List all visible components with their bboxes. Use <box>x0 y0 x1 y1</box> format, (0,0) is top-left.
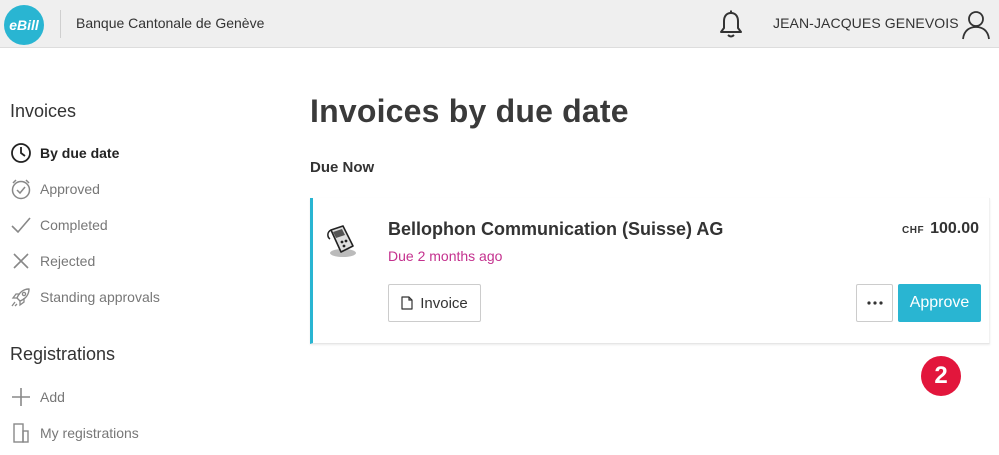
rocket-icon <box>11 288 30 307</box>
sidebar-item-my-registrations[interactable]: My registrations <box>10 421 139 445</box>
header-divider <box>60 10 61 38</box>
top-bar: eBill Banque Cantonale de Genève JEAN-JA… <box>0 0 999 48</box>
bell-icon[interactable] <box>718 9 744 39</box>
approve-button[interactable]: Approve <box>898 284 981 322</box>
approved-clock-icon <box>11 179 31 200</box>
biller-name: Bellophon Communication (Suisse) AG <box>388 219 724 239</box>
plus-icon <box>12 388 30 406</box>
sidebar-item-label: Add <box>40 389 65 405</box>
bank-name: Banque Cantonale de Genève <box>76 15 265 31</box>
sidebar-item-add[interactable]: Add <box>10 385 65 409</box>
sidebar-item-by-due-date[interactable]: By due date <box>10 141 119 165</box>
invoice-button[interactable]: Invoice <box>388 284 481 322</box>
phone-logo-icon <box>327 225 356 257</box>
registrations-heading: Registrations <box>10 344 116 364</box>
currency-code: CHF <box>902 225 925 236</box>
sidebar-item-rejected[interactable]: Rejected <box>10 249 95 273</box>
x-icon <box>13 253 29 269</box>
sidebar-item-label: By due date <box>40 145 120 161</box>
sidebar-item-standing-approvals[interactable]: Standing approvals <box>10 285 160 309</box>
clock-icon <box>11 143 31 163</box>
invoice-button-label: Invoice <box>420 294 468 312</box>
step-badge: 2 <box>921 356 961 396</box>
ebill-logo[interactable]: eBill <box>4 5 44 45</box>
sidebar-item-label: Completed <box>40 217 108 233</box>
user-name[interactable]: JEAN-JACQUES GENEVOIS <box>773 15 959 31</box>
invoice-card[interactable]: Bellophon Communication (Suisse) AG Due … <box>310 198 990 344</box>
due-date-text: Due 2 months ago <box>388 248 503 264</box>
sidebar-item-label: Standing approvals <box>40 289 160 305</box>
sidebar-item-label: Rejected <box>40 253 96 269</box>
sidebar-item-completed[interactable]: Completed <box>10 213 108 237</box>
building-icon <box>13 423 29 443</box>
page-title: Invoices by due date <box>310 93 629 129</box>
more-actions-button[interactable] <box>856 284 893 322</box>
sidebar-item-label: Approved <box>40 181 100 197</box>
amount-value: 100.00 <box>930 220 979 237</box>
section-title-due-now: Due Now <box>310 159 375 176</box>
check-icon <box>11 217 31 234</box>
sidebar-item-approved[interactable]: Approved <box>10 177 100 201</box>
invoices-heading: Invoices <box>10 101 77 121</box>
more-dots-icon <box>866 301 883 305</box>
invoice-amount: CHF 100.00 <box>902 220 979 238</box>
sidebar-item-label: My registrations <box>40 425 139 441</box>
user-icon[interactable] <box>960 8 992 40</box>
document-icon <box>401 296 413 310</box>
